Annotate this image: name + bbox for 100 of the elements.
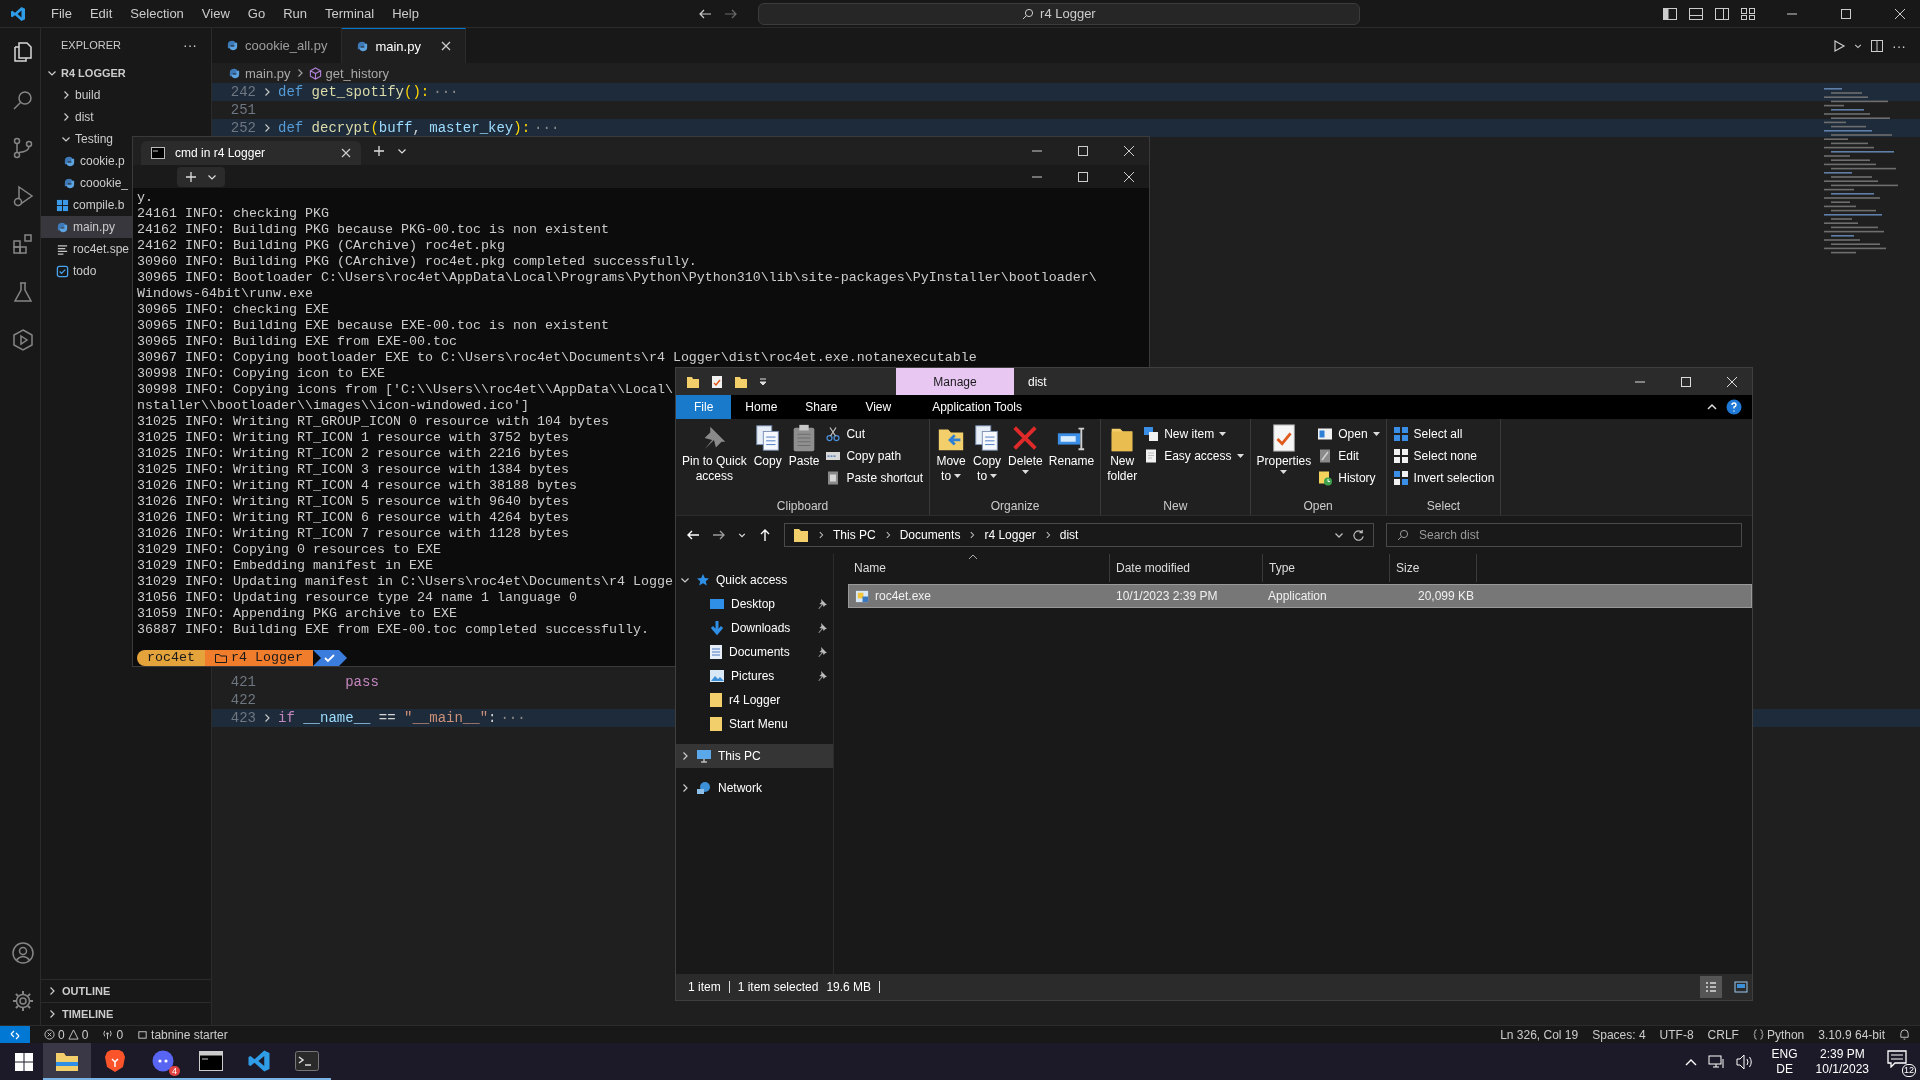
close-icon[interactable]	[1894, 7, 1906, 20]
nav-item[interactable]: Desktop	[676, 592, 833, 616]
file-tree-item[interactable]: roc4et.spe	[41, 238, 132, 260]
taskbar-app[interactable]: 4	[139, 1043, 187, 1080]
ribbon-tab[interactable]: View	[851, 395, 906, 419]
chevron-icon[interactable]	[680, 751, 690, 761]
more-actions[interactable]: ···	[183, 37, 197, 53]
run-debug-icon[interactable]	[11, 184, 35, 208]
hexagon-play-icon[interactable]	[11, 328, 35, 352]
column-header[interactable]: Name	[848, 554, 1110, 582]
file-tree-item[interactable]: cookie.p	[41, 150, 132, 172]
back-arrow-icon[interactable]	[686, 528, 700, 542]
folded-ellipsis[interactable]: ···	[500, 710, 526, 726]
settings-icon[interactable]	[11, 989, 35, 1013]
chevron-icon[interactable]	[47, 1009, 57, 1019]
file-tree-item[interactable]: todo	[41, 260, 132, 282]
menu-item[interactable]: Selection	[121, 6, 193, 21]
file-tree-item[interactable]: build	[41, 84, 132, 106]
search-field[interactable]: Search dist	[1386, 523, 1742, 547]
extension-status[interactable]: tabnine starter	[137, 1027, 228, 1042]
pin-icon[interactable]	[817, 671, 827, 681]
folded-ellipsis[interactable]: ···	[534, 120, 560, 136]
chevron-icon[interactable]	[680, 575, 690, 585]
nav-item[interactable]: Downloads	[676, 616, 833, 640]
menu-item[interactable]: Go	[238, 6, 275, 21]
ribbon-button[interactable]: Move to	[936, 423, 967, 499]
file-tree-item[interactable]: compile.b	[41, 194, 132, 216]
start-button[interactable]	[15, 1052, 33, 1071]
ribbon-button[interactable]: New item	[1143, 425, 1244, 443]
input-language[interactable]: ENG DE	[1771, 1046, 1798, 1077]
ribbon-button[interactable]: Open	[1317, 425, 1380, 443]
chevron-icon[interactable]	[1334, 530, 1344, 540]
logo-icon[interactable]	[10, 5, 26, 22]
ribbon-button[interactable]: Delete	[1008, 423, 1043, 499]
account-icon[interactable]	[11, 941, 35, 965]
ribbon-button[interactable]: Easy access	[1143, 447, 1244, 465]
close-icon[interactable]	[1726, 375, 1738, 388]
help-icon[interactable]	[1726, 399, 1742, 415]
path-segment[interactable]: Documents	[899, 528, 961, 542]
nav-item[interactable]: Network	[676, 776, 833, 800]
status-item[interactable]: 3.10.9 64-bit	[1818, 1027, 1885, 1042]
menu-item[interactable]: Terminal	[316, 6, 384, 21]
dropdown-icon[interactable]	[758, 376, 768, 387]
ribbon-button[interactable]: New folder	[1107, 423, 1138, 499]
chevron-icon[interactable]	[738, 531, 746, 539]
maximize-icon[interactable]	[1077, 170, 1089, 183]
chevron-icon[interactable]	[262, 87, 272, 97]
properties-icon[interactable]	[710, 374, 724, 389]
close-icon[interactable]	[1123, 145, 1135, 157]
ribbon-button[interactable]: Cut	[825, 425, 924, 443]
notifications-button[interactable]: 12	[1887, 1046, 1916, 1077]
pin-icon[interactable]	[817, 647, 827, 657]
plus-icon[interactable]	[373, 145, 385, 157]
pin-icon[interactable]	[817, 623, 827, 633]
extensions-icon[interactable]	[11, 232, 35, 256]
files-icon[interactable]	[11, 40, 35, 64]
maximize-icon[interactable]	[1680, 375, 1692, 388]
chevron-icon[interactable]	[47, 68, 57, 78]
search-icon[interactable]	[11, 88, 35, 112]
ribbon-button[interactable]: Copy path	[825, 447, 924, 465]
status-item[interactable]: Ln 326, Col 19	[1500, 1027, 1579, 1042]
nav-item[interactable]: Start Menu	[676, 712, 833, 736]
file-tree-item[interactable]: coookie_	[41, 172, 132, 194]
chevron-icon[interactable]	[61, 134, 71, 144]
refresh-icon[interactable]	[1352, 528, 1365, 542]
ribbon-button[interactable]: History	[1317, 469, 1380, 487]
chevron-icon[interactable]	[680, 783, 690, 793]
ribbon-button[interactable]: Paste	[788, 423, 820, 499]
file-tree-item[interactable]: dist	[41, 106, 132, 128]
status-item[interactable]: UTF-8	[1659, 1027, 1694, 1042]
ribbon-button[interactable]: Select none	[1392, 447, 1495, 465]
ribbon-tab[interactable]: Home	[731, 395, 792, 419]
pin-icon[interactable]	[817, 599, 827, 609]
maximize-icon[interactable]	[1077, 145, 1089, 157]
folded-ellipsis[interactable]: ···	[433, 84, 459, 100]
ribbon-tab[interactable]: Share	[791, 395, 852, 419]
remote-button[interactable]	[0, 1026, 30, 1043]
volume-icon[interactable]	[1735, 1053, 1754, 1070]
clock[interactable]: 2:39 PM 10/1/2023	[1815, 1046, 1869, 1077]
nav-item[interactable]: Pictures	[676, 664, 833, 688]
ribbon-button[interactable]: Invert selection	[1392, 469, 1495, 487]
breadcrumb-item[interactable]: get_history	[308, 65, 390, 81]
ribbon-button[interactable]: Edit	[1317, 447, 1380, 465]
file-tree-item[interactable]: Testing	[41, 128, 132, 150]
column-header[interactable]: Size	[1390, 554, 1477, 582]
new-tab-button[interactable]	[177, 166, 225, 187]
menu-item[interactable]: View	[192, 6, 239, 21]
ribbon-button[interactable]: Copy	[752, 423, 783, 499]
file-row[interactable]: roc4et.exe 10/1/2023 2:39 PM Application 20,099 KB	[848, 584, 1752, 608]
status-item[interactable]: CRLF	[1707, 1027, 1739, 1042]
command-center[interactable]: r4 Logger	[757, 2, 1360, 25]
file-tree-item[interactable]: main.py	[41, 216, 132, 238]
close-icon[interactable]	[440, 41, 451, 51]
forward-arrow-icon[interactable]	[712, 528, 726, 542]
chevron-icon[interactable]	[1854, 41, 1862, 50]
ribbon-button[interactable]: Select all	[1392, 425, 1495, 443]
new-folder-icon[interactable]	[734, 374, 748, 389]
close-icon[interactable]	[341, 148, 351, 158]
nav-item[interactable]: r4 Logger	[676, 688, 833, 712]
chevron-icon[interactable]	[397, 146, 407, 156]
